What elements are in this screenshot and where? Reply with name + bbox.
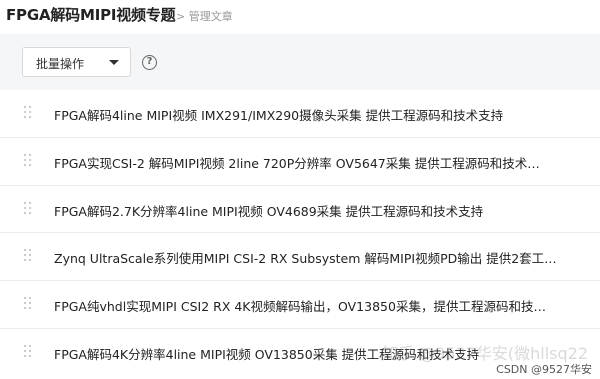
batch-operation-label: 批量操作 <box>36 57 85 71</box>
page-header: FPGA解码MIPI视频专题 > 管理文章 <box>0 0 600 34</box>
article-title[interactable]: Zynq UltraScale系列使用MIPI CSI-2 RX Subsyst… <box>54 248 572 267</box>
article-row[interactable]: FPGA解码4K分辨率4line MIPI视频 OV13850采集 提供工程源码… <box>0 328 600 377</box>
breadcrumb-manage-articles[interactable]: > 管理文章 <box>176 8 233 24</box>
help-icon[interactable]: ? <box>142 55 157 70</box>
article-row[interactable]: FPGA纯vhdl实现MIPI CSI2 RX 4K视频解码输出，OV13850… <box>0 281 600 329</box>
drag-handle-icon[interactable] <box>24 106 32 119</box>
article-list: FPGA解码4line MIPI视频 IMX291/IMX290摄像头采集 提供… <box>0 90 600 377</box>
drag-handle-icon[interactable] <box>24 297 32 310</box>
article-row[interactable]: FPGA实现CSI-2 解码MIPI视频 2line 720P分辨率 OV564… <box>0 137 600 186</box>
caret-down-icon <box>109 60 119 65</box>
batch-operation-select[interactable]: 批量操作 <box>22 47 131 77</box>
article-title[interactable]: FPGA解码4line MIPI视频 IMX291/IMX290摄像头采集 提供… <box>54 105 572 124</box>
article-title[interactable]: FPGA实现CSI-2 解码MIPI视频 2line 720P分辨率 OV564… <box>54 153 572 172</box>
drag-handle-icon[interactable] <box>24 153 32 167</box>
drag-handle-icon[interactable] <box>24 344 32 358</box>
article-title[interactable]: FPGA解码4K分辨率4line MIPI视频 OV13850采集 提供工程源码… <box>54 344 572 363</box>
toolbar: 批量操作 ? <box>0 34 600 90</box>
page-title: FPGA解码MIPI视频专题 <box>6 6 176 24</box>
article-row[interactable]: FPGA解码4line MIPI视频 IMX291/IMX290摄像头采集 提供… <box>0 90 600 138</box>
article-row[interactable]: Zynq UltraScale系列使用MIPI CSI-2 RX Subsyst… <box>0 233 600 282</box>
drag-handle-icon[interactable] <box>24 201 32 215</box>
article-title[interactable]: FPGA纯vhdl实现MIPI CSI2 RX 4K视频解码输出，OV13850… <box>54 296 572 315</box>
drag-handle-icon[interactable] <box>24 249 32 262</box>
article-title[interactable]: FPGA解码2.7K分辨率4line MIPI视频 OV4689采集 提供工程源… <box>54 201 572 220</box>
article-row[interactable]: FPGA解码2.7K分辨率4line MIPI视频 OV4689采集 提供工程源… <box>0 185 600 234</box>
